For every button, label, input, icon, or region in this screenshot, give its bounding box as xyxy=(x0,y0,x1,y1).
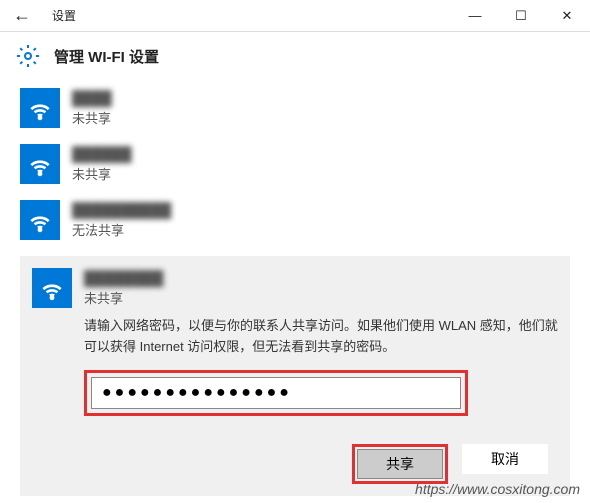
network-name: ████ xyxy=(72,90,112,106)
network-item: ████████ 未共享 xyxy=(32,268,558,308)
minimize-button[interactable]: — xyxy=(452,0,498,32)
maximize-button[interactable]: ☐ xyxy=(498,0,544,32)
network-item[interactable]: ██████████ 无法共享 xyxy=(20,192,570,248)
network-item[interactable]: ████ 未共享 xyxy=(20,80,570,136)
close-button[interactable]: ✕ xyxy=(544,0,590,32)
titlebar: ← 设置 — ☐ ✕ xyxy=(0,0,590,32)
back-button[interactable]: ← xyxy=(0,0,44,32)
page-title: 管理 WI-FI 设置 xyxy=(54,46,159,67)
gear-icon xyxy=(16,44,40,68)
network-name: ██████ xyxy=(72,146,132,162)
wifi-icon xyxy=(20,200,60,240)
password-input[interactable] xyxy=(91,377,461,409)
wifi-icon xyxy=(20,144,60,184)
page-header: 管理 WI-FI 设置 xyxy=(0,32,590,80)
watermark: https://www.cosxitong.com xyxy=(415,481,580,497)
network-status: 未共享 xyxy=(72,108,112,127)
share-description: 请输入网络密码，以便与你的联系人共享访问。如果他们使用 WLAN 感知，他们就可… xyxy=(84,316,558,358)
network-status: 未共享 xyxy=(84,288,163,307)
wifi-icon xyxy=(32,268,72,308)
network-name: ████████ xyxy=(84,270,163,286)
share-button[interactable]: 共享 xyxy=(357,449,443,479)
network-status: 未共享 xyxy=(72,164,132,183)
expanded-network-panel: ████████ 未共享 请输入网络密码，以便与你的联系人共享访问。如果他们使用… xyxy=(20,256,570,496)
network-name: ██████████ xyxy=(72,202,171,218)
cancel-button[interactable]: 取消 xyxy=(462,444,548,474)
network-item[interactable]: ██████ 未共享 xyxy=(20,136,570,192)
network-status: 无法共享 xyxy=(72,220,171,239)
password-highlight xyxy=(84,370,468,416)
wifi-icon xyxy=(20,88,60,128)
share-highlight: 共享 xyxy=(352,444,448,484)
window-title: 设置 xyxy=(52,7,452,24)
